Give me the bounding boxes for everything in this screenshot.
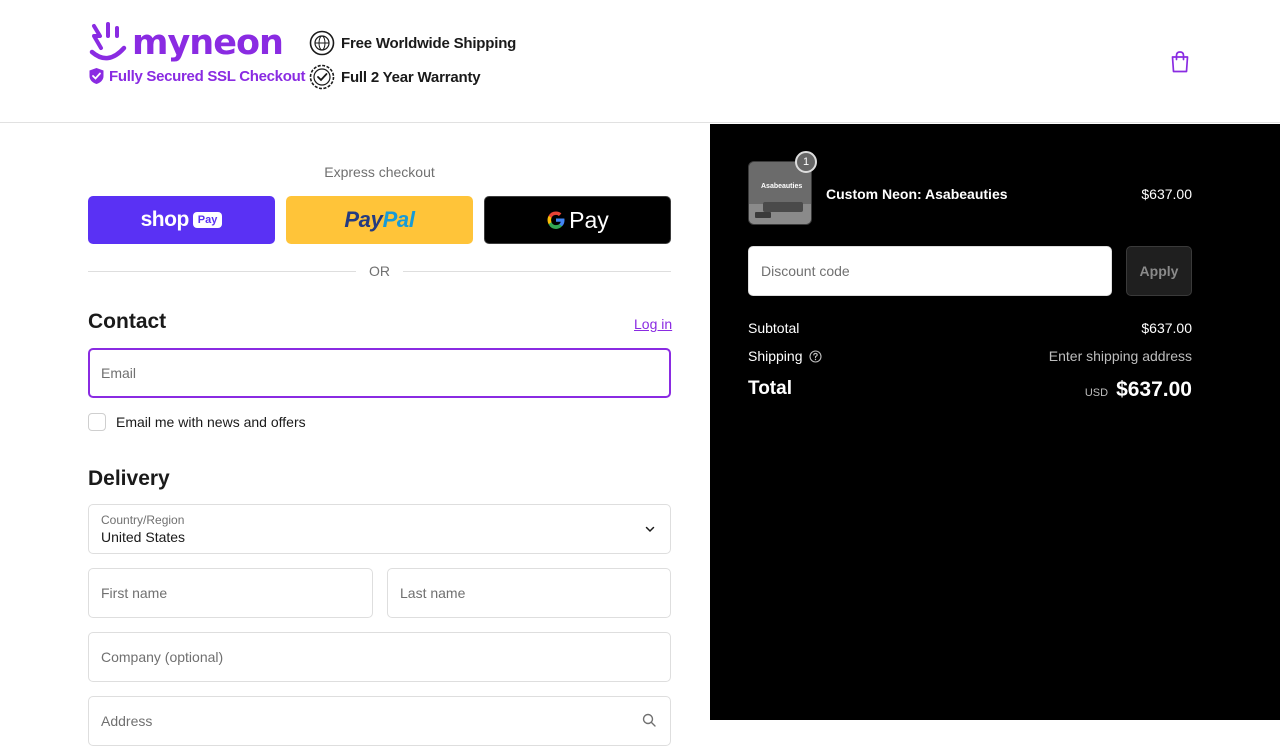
checkout-form: Express checkout shop Pay PayPal Pay OR … [0, 124, 710, 746]
apply-discount-button[interactable]: Apply [1126, 246, 1192, 296]
subtotal-value: $637.00 [1141, 320, 1192, 336]
shipping-badge: Free Worldwide Shipping [309, 30, 516, 56]
discount-code-field[interactable]: Discount code [748, 246, 1112, 296]
paypal-logo-pal: Pal [382, 207, 415, 232]
question-circle-icon[interactable] [808, 349, 822, 363]
shop-pay-tag: Pay [192, 212, 223, 228]
shipping-label-group: Shipping [748, 348, 822, 364]
product-name: Custom Neon: Asabeauties [826, 186, 1008, 202]
discount-code-placeholder: Discount code [761, 263, 850, 279]
chevron-down-icon [645, 526, 655, 533]
address-field[interactable]: Address [88, 696, 671, 746]
ssl-text: Fully Secured SSL Checkout [109, 67, 306, 85]
google-g-icon [547, 211, 565, 229]
last-name-field[interactable]: Last name [387, 568, 671, 618]
company-field[interactable]: Company (optional) [88, 632, 671, 682]
email-field[interactable]: Email [88, 348, 671, 398]
shop-pay-button[interactable]: shop Pay [88, 196, 275, 244]
contact-heading: Contact [88, 310, 167, 333]
total-amount: $637.00 [1116, 378, 1192, 401]
shipping-badge-text: Free Worldwide Shipping [341, 34, 517, 52]
google-pay-button[interactable]: Pay [484, 196, 671, 244]
brand-name: myneon [132, 23, 284, 63]
quantity-badge: 1 [795, 151, 817, 173]
delivery-heading: Delivery [88, 467, 170, 490]
newsletter-label: Email me with news and offers [116, 414, 306, 430]
last-name-placeholder: Last name [400, 585, 466, 601]
or-divider-right-line [403, 271, 671, 272]
email-placeholder: Email [101, 365, 137, 381]
shopping-bag-icon[interactable] [1169, 50, 1191, 74]
first-name-placeholder: First name [101, 585, 168, 601]
company-placeholder: Company (optional) [101, 649, 224, 665]
site-header: myneon Fully Secured SSL Checkout Free W… [0, 0, 1280, 123]
newsletter-checkbox[interactable] [88, 413, 106, 431]
google-pay-word: Pay [569, 206, 609, 233]
shipping-label: Shipping [748, 348, 803, 364]
total-label: Total [748, 378, 792, 399]
check-seal-icon [309, 64, 335, 90]
globe-shipping-icon [309, 30, 335, 56]
paypal-logo-pay: Pay [344, 207, 383, 232]
or-divider: OR [88, 263, 671, 279]
paypal-button[interactable]: PayPal [286, 196, 473, 244]
login-link[interactable]: Log in [634, 316, 672, 332]
address-placeholder: Address [101, 713, 153, 729]
neon-smiley-logo-icon [89, 22, 127, 61]
newsletter-option[interactable]: Email me with news and offers [88, 413, 306, 431]
country-value: United States [101, 529, 186, 545]
brand-logo[interactable]: myneon [88, 22, 284, 64]
currency-code: USD [1084, 387, 1109, 399]
country-select[interactable]: Country/Region United States [88, 504, 671, 554]
ssl-badge: Fully Secured SSL Checkout [88, 67, 305, 85]
country-label: Country/Region [101, 513, 185, 527]
shield-check-icon [89, 68, 104, 84]
order-summary: Asabeauties 1 Custom Neon: Asabeauties $… [710, 124, 1280, 720]
or-divider-left-line [88, 271, 356, 272]
product-thumbnail-text: Asabeauties [761, 183, 803, 190]
product-price: $637.00 [1141, 186, 1192, 202]
shop-pay-word: shop [140, 208, 190, 231]
warranty-badge: Full 2 Year Warranty [309, 64, 481, 90]
express-checkout-label: Express checkout [324, 164, 435, 180]
subtotal-label: Subtotal [748, 320, 800, 336]
paypal-logo: PayPal [344, 207, 415, 233]
warranty-badge-text: Full 2 Year Warranty [341, 68, 481, 86]
first-name-field[interactable]: First name [88, 568, 373, 618]
total-amount-group: USD $637.00 [1085, 378, 1192, 402]
or-divider-text: OR [369, 263, 390, 279]
search-icon [642, 713, 656, 727]
shipping-value: Enter shipping address [1048, 348, 1192, 364]
